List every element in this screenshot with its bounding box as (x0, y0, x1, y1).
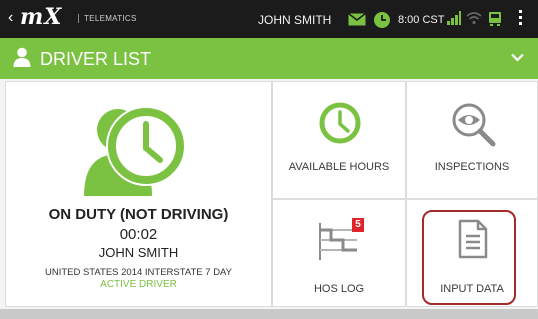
duty-time: 00:02 (119, 226, 158, 243)
bottom-bar (0, 309, 538, 319)
back-icon[interactable]: ‹ (8, 9, 13, 27)
overflow-menu-icon[interactable] (519, 10, 523, 28)
mail-icon[interactable] (348, 13, 366, 26)
chevron-down-icon[interactable] (511, 53, 524, 62)
app-name: TELEMATICS (78, 14, 137, 23)
mix-logo: mX (20, 4, 63, 30)
tile-label-inspections: INSPECTIONS (434, 161, 510, 173)
tile-label-hos-log: HOS LOG (313, 283, 365, 295)
tile-available-hours[interactable]: AVAILABLE HOURS (272, 81, 406, 199)
app-screen: ‹ mX TELEMATICS JOHN SMITH 8:00 CST DRIV… (0, 0, 538, 319)
hos-log-badge: 5 (352, 218, 364, 232)
status-bar: ‹ mX TELEMATICS JOHN SMITH 8:00 CST (0, 0, 538, 38)
eye-magnifier-icon (452, 103, 496, 147)
person-icon (13, 47, 31, 67)
wifi-icon (466, 12, 482, 25)
driver-duty-icon (84, 106, 186, 196)
driver-list-header[interactable]: DRIVER LIST (0, 38, 538, 79)
duty-status: ON DUTY (NOT DRIVING) (48, 206, 229, 223)
truck-icon (489, 12, 501, 26)
driver-status-panel[interactable]: ON DUTY (NOT DRIVING) 00:02 JOHN SMITH U… (5, 81, 272, 307)
status-clock-icon (374, 12, 390, 28)
tile-inspections[interactable]: INSPECTIONS (406, 81, 538, 199)
input-data-highlight (422, 210, 516, 305)
signal-icon (447, 11, 461, 25)
ruleset: UNITED STATES 2014 INTERSTATE 7 DAY (44, 267, 233, 278)
driver-name: JOHN SMITH (98, 245, 179, 260)
tile-hos-log[interactable]: 5 HOS LOG (272, 199, 406, 307)
status-user: JOHN SMITH (258, 13, 332, 27)
page-title: DRIVER LIST (40, 49, 152, 69)
clock-icon (319, 102, 361, 144)
status-time: 8:00 CST (398, 14, 445, 26)
tile-label-available-hours: AVAILABLE HOURS (288, 161, 390, 173)
driver-role: ACTIVE DRIVER (100, 279, 177, 290)
